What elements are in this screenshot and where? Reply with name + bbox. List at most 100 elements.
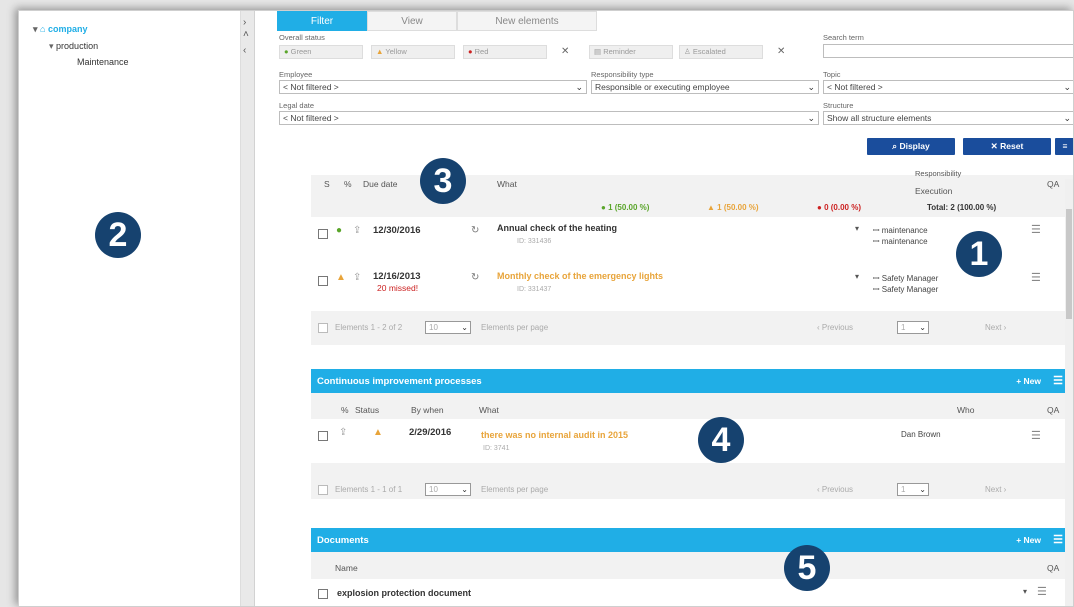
upload-icon[interactable]: ⇪ <box>353 272 361 283</box>
document-name[interactable]: explosion protection document <box>337 588 471 598</box>
col-status[interactable]: Status <box>355 405 379 415</box>
legal-date-select[interactable]: < Not filtered > ⌄ <box>279 111 819 125</box>
previous-link[interactable]: ‹ Previous <box>817 485 853 494</box>
warning-icon: ▲ <box>376 47 384 56</box>
callout-badge-4: 4 <box>698 417 744 463</box>
executing-person: ꟷ maintenance <box>873 237 928 246</box>
col-by-when[interactable]: By when <box>411 405 444 415</box>
row-menu-icon[interactable]: ☰ <box>1031 271 1041 284</box>
col-responsibility[interactable]: Responsibility <box>915 169 961 178</box>
vertical-scrollbar[interactable] <box>1065 179 1073 606</box>
col-s[interactable]: S <box>324 179 330 189</box>
status-chip-red[interactable]: ● Red <box>463 45 547 59</box>
exclamation-circle-icon: ● <box>468 47 473 56</box>
tree-node-maintenance[interactable]: Maintenance <box>77 57 129 67</box>
col-qa[interactable]: QA <box>1047 563 1059 573</box>
chevron-down-icon: ⌄ <box>807 113 815 123</box>
task-title[interactable]: Monthly check of the emergency lights <box>497 271 663 281</box>
clear-escalation-icon[interactable]: ✕ <box>777 46 785 57</box>
row-menu-icon[interactable]: ☰ <box>1031 223 1041 236</box>
elements-per-page-label: Elements per page <box>481 485 549 494</box>
tab-view[interactable]: View <box>367 11 457 31</box>
cip-title[interactable]: there was no internal audit in 2015 <box>481 430 628 440</box>
previous-link[interactable]: ‹ Previous <box>817 323 853 332</box>
new-document-button[interactable]: + New <box>1016 535 1041 545</box>
per-page-select[interactable]: 10 ⌄ <box>425 483 471 496</box>
select-all-checkbox[interactable] <box>318 485 328 495</box>
cip-row[interactable] <box>311 419 1073 463</box>
next-link[interactable]: Next › <box>985 485 1006 494</box>
cip-panel-header: Continuous improvement processes + New ☰ <box>311 369 1073 393</box>
tree-node-production[interactable]: ▾ production <box>49 41 98 52</box>
row-checkbox[interactable] <box>318 431 328 441</box>
upload-icon[interactable]: ⇪ <box>339 427 347 438</box>
chevron-down-icon: ⌄ <box>1063 113 1071 123</box>
page-select[interactable]: 1 ⌄ <box>897 483 929 496</box>
employee-label: Employee <box>279 70 313 79</box>
main-content: Filter View New elements Overall status … <box>255 11 1073 606</box>
topic-label: Topic <box>823 70 841 79</box>
calendar-icon: ▤ <box>594 47 602 56</box>
col-percent[interactable]: % <box>341 405 349 415</box>
chevron-up-icon[interactable]: ˄ <box>243 29 249 40</box>
row-checkbox[interactable] <box>318 589 328 599</box>
collapse-left-icon[interactable]: ‹ <box>243 45 246 56</box>
chevron-down-icon[interactable]: ▾ <box>855 224 859 233</box>
col-name[interactable]: Name <box>335 563 358 573</box>
structure-label: Structure <box>823 101 854 110</box>
col-what[interactable]: What <box>479 405 499 415</box>
tab-filter[interactable]: Filter <box>277 11 367 31</box>
col-execution[interactable]: Execution <box>915 186 952 196</box>
responsibility-type-select[interactable]: Responsible or executing employee ⌄ <box>591 80 819 94</box>
user-escalate-icon: ♙ <box>684 47 691 56</box>
status-yellow-icon: ▲ <box>336 272 346 283</box>
display-button[interactable]: ⌕ Display <box>867 138 955 155</box>
collapse-right-icon[interactable]: › <box>243 17 246 28</box>
topic-select[interactable]: < Not filtered > ⌄ <box>823 80 1073 94</box>
page-select[interactable]: 1 ⌄ <box>897 321 929 334</box>
reset-button[interactable]: ✕ Reset <box>963 138 1051 155</box>
elements-count: Elements 1 - 1 of 1 <box>335 485 403 494</box>
tab-new-elements[interactable]: New elements <box>457 11 597 31</box>
col-what[interactable]: What <box>497 179 517 189</box>
reminder-chip[interactable]: ▤ Reminder <box>589 45 673 59</box>
clear-status-icon[interactable]: ✕ <box>561 46 569 57</box>
structure-select[interactable]: Show all structure elements ⌄ <box>823 111 1073 125</box>
employee-select[interactable]: < Not filtered > ⌄ <box>279 80 587 94</box>
hamburger-icon[interactable]: ☰ <box>1053 533 1063 546</box>
row-menu-icon[interactable]: ☰ <box>1037 585 1047 598</box>
hamburger-icon[interactable]: ☰ <box>1053 374 1063 387</box>
new-cip-button[interactable]: + New <box>1016 376 1041 386</box>
row-checkbox[interactable] <box>318 276 328 286</box>
menu-button[interactable]: ≡ <box>1055 138 1073 155</box>
per-page-select[interactable]: 10 ⌄ <box>425 321 471 334</box>
col-who[interactable]: Who <box>957 405 974 415</box>
scrollbar-thumb[interactable] <box>1066 209 1072 319</box>
col-percent[interactable]: % <box>344 179 352 189</box>
exclamation-circle-icon: ● <box>817 203 822 212</box>
tree-node-company[interactable]: ▾ ⌂ company <box>33 24 88 35</box>
responsible-person: ꟷ maintenance <box>873 226 928 235</box>
expand-arrow-icon[interactable]: ▾ <box>49 41 54 51</box>
by-when-date: 2/29/2016 <box>409 427 452 438</box>
chevron-down-icon[interactable]: ▾ <box>855 272 859 281</box>
expand-arrow-icon[interactable]: ▾ <box>33 24 38 34</box>
escalated-chip[interactable]: ♙ Escalated <box>679 45 763 59</box>
task-title[interactable]: Annual check of the heating <box>497 223 617 233</box>
select-all-checkbox[interactable] <box>318 323 328 333</box>
upload-icon[interactable]: ⇪ <box>353 225 361 236</box>
row-menu-icon[interactable]: ☰ <box>1031 429 1041 442</box>
search-input[interactable] <box>823 44 1073 58</box>
col-qa[interactable]: QA <box>1047 179 1059 189</box>
row-checkbox[interactable] <box>318 229 328 239</box>
elements-per-page-label: Elements per page <box>481 323 549 332</box>
col-due-date[interactable]: Due date <box>363 179 398 189</box>
next-link[interactable]: Next › <box>985 323 1006 332</box>
task-row[interactable] <box>311 265 1073 311</box>
status-chip-green[interactable]: ● Green <box>279 45 363 59</box>
col-qa[interactable]: QA <box>1047 405 1059 415</box>
panel-splitter[interactable]: › ˄ ‹ <box>241 11 255 606</box>
status-chip-yellow[interactable]: ▲ Yellow <box>371 45 455 59</box>
chevron-down-icon[interactable]: ▾ <box>1023 587 1027 596</box>
callout-badge-3: 3 <box>420 158 466 204</box>
